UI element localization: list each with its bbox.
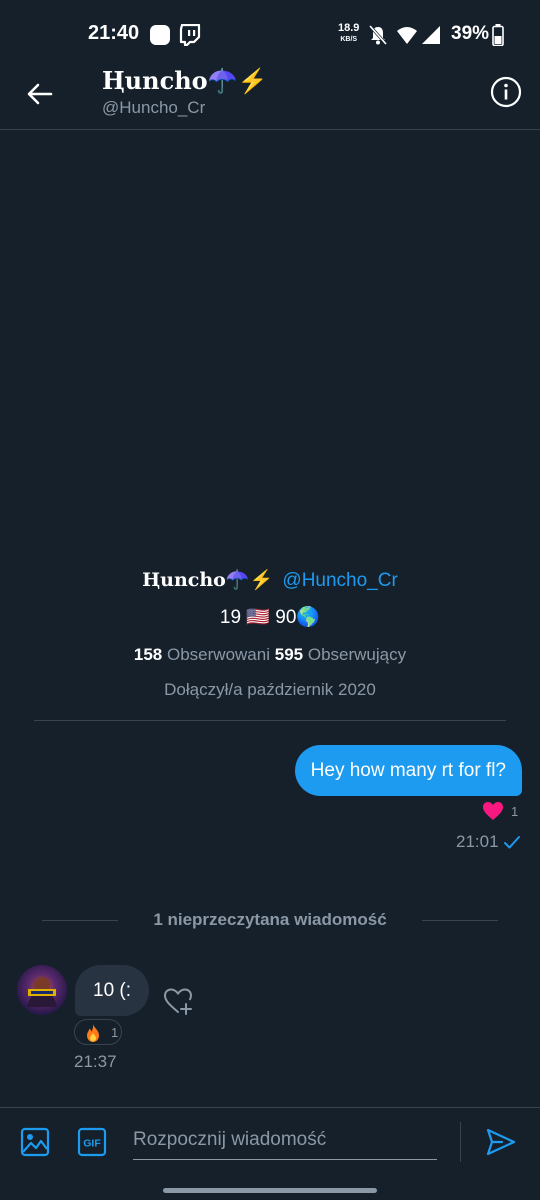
following-label: Obserwowani bbox=[167, 645, 270, 664]
avatar[interactable] bbox=[17, 965, 67, 1015]
sent-message-bubble[interactable]: Hey how many rt for fl? bbox=[294, 745, 522, 796]
received-reaction-count: 1 bbox=[111, 1025, 119, 1040]
gif-icon[interactable]: GIF bbox=[76, 1126, 108, 1158]
profile-stats: 158 Obserwowani 595 Obserwujący bbox=[0, 643, 540, 667]
status-bar: 21:40 18.9 KB/S 39% bbox=[0, 0, 540, 68]
image-icon[interactable] bbox=[19, 1126, 51, 1158]
followers-count: 595 bbox=[274, 645, 304, 664]
home-indicator bbox=[163, 1188, 377, 1193]
unread-divider-label: 1 nieprzeczytana wiadomość bbox=[153, 910, 387, 929]
status-time: 21:40 bbox=[88, 22, 140, 44]
following-stat[interactable]: 158 Obserwowani bbox=[134, 645, 270, 664]
profile-name[interactable]: Ⱨuncho☂️⚡ bbox=[142, 569, 273, 591]
received-message-time: 21:37 bbox=[74, 1052, 117, 1071]
fire-icon bbox=[83, 1023, 103, 1048]
conversation-title[interactable]: Ⱨuncho☂️⚡ bbox=[102, 66, 267, 95]
info-icon[interactable] bbox=[490, 76, 522, 108]
network-speed: 18.9 KB/S bbox=[338, 22, 360, 44]
joined-date: Dołączył/a październik 2020 bbox=[164, 680, 376, 699]
divider bbox=[34, 720, 506, 721]
status-icons bbox=[368, 24, 448, 51]
profile-summary: Ⱨuncho☂️⚡ @Huncho_Cr 19 🇺🇸 90🌎 158 Obser… bbox=[0, 566, 540, 701]
received-message-bubble[interactable]: 10 (: bbox=[75, 965, 150, 1016]
fire-reaction-chip[interactable]: 1 bbox=[74, 1019, 122, 1045]
heart-plus-icon[interactable] bbox=[162, 985, 194, 1017]
profile-bio: 19 🇺🇸 90🌎 bbox=[219, 607, 321, 628]
followers-label: Obserwujący bbox=[307, 645, 407, 664]
battery-icon bbox=[492, 24, 504, 51]
heart-reaction-icon[interactable] bbox=[482, 801, 504, 826]
followers-stat[interactable]: 595 Obserwujący bbox=[275, 645, 406, 664]
message-composer: GIF bbox=[0, 1107, 540, 1200]
composer-divider bbox=[460, 1122, 461, 1162]
sent-message-time: 21:01 bbox=[456, 832, 499, 851]
following-count: 158 bbox=[133, 645, 163, 664]
conversation-header: Ⱨuncho☂️⚡ @Huncho_Cr bbox=[0, 66, 540, 130]
conversation-handle[interactable]: @Huncho_Cr bbox=[102, 98, 205, 118]
check-icon bbox=[504, 835, 520, 854]
sent-reaction-count: 1 bbox=[511, 804, 519, 819]
wifi-icon bbox=[397, 27, 417, 44]
signal-icon bbox=[422, 26, 440, 44]
bell-off-icon bbox=[368, 25, 388, 45]
svg-text:GIF: GIF bbox=[83, 1138, 101, 1150]
message-input[interactable] bbox=[133, 1120, 437, 1160]
profile-handle[interactable]: @Huncho_Cr bbox=[282, 570, 397, 591]
profile-name-row[interactable]: Ⱨuncho☂️⚡ @Huncho_Cr bbox=[0, 566, 540, 595]
send-icon[interactable] bbox=[484, 1125, 518, 1159]
battery-percent: 39% bbox=[451, 23, 490, 44]
unread-divider-line bbox=[422, 920, 498, 921]
back-arrow-icon[interactable] bbox=[24, 78, 56, 110]
twitch-icon bbox=[179, 23, 201, 51]
notification-dot-icon bbox=[150, 25, 170, 45]
unread-divider-line bbox=[42, 920, 118, 921]
